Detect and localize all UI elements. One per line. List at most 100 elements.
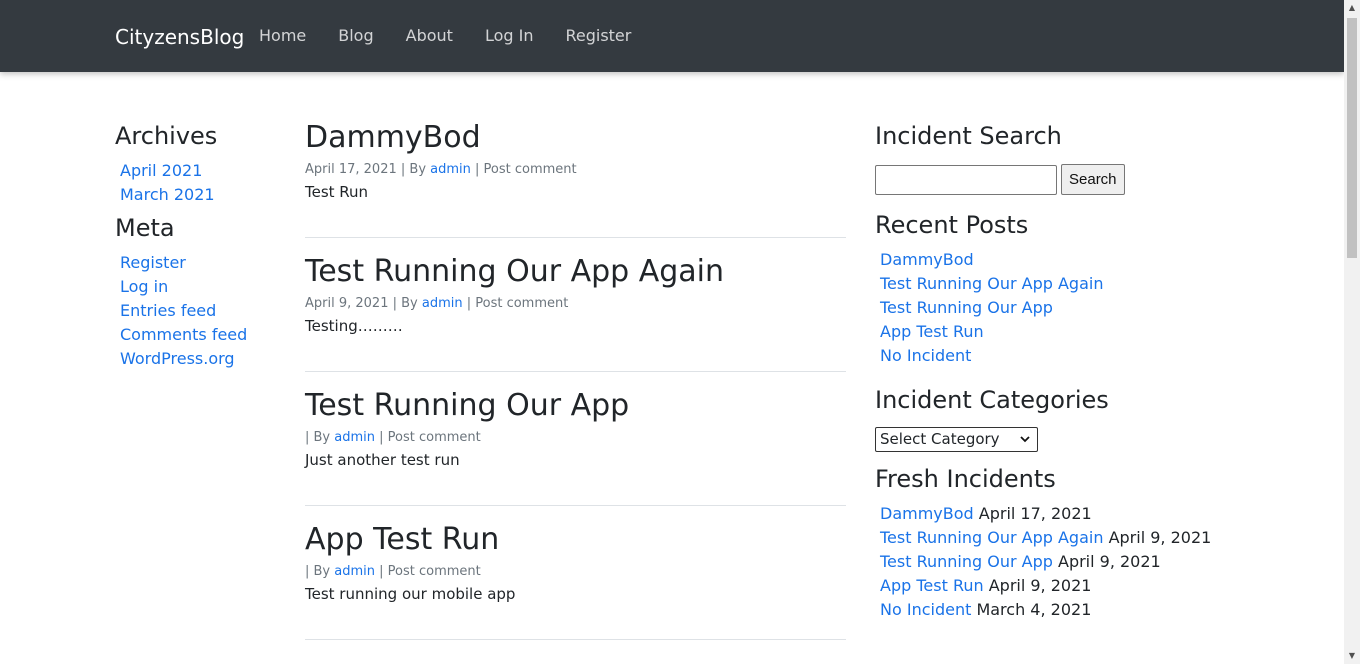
post-title-link[interactable]: Test Running Our App (305, 387, 846, 425)
post-meta: | By admin | Post comment (305, 429, 846, 447)
incident-categories-widget: Incident Categories Select Category (875, 383, 1225, 452)
chevron-down-icon (1020, 436, 1030, 443)
fresh-incidents-title: Fresh Incidents (875, 465, 1056, 493)
archive-link-march-2021[interactable]: March 2021 (120, 185, 215, 204)
nav-home-link[interactable]: Home (259, 24, 306, 48)
recent-post-link[interactable]: No Incident (880, 346, 971, 365)
page: CityzensBlog Home Blog About Log In Regi… (0, 0, 1344, 664)
scroll-up-arrow-icon[interactable]: ▲ (1344, 0, 1360, 16)
incident-search-title: Incident Search (875, 122, 1062, 150)
fresh-incidents-list: DammyBod April 17, 2021 Test Running Our… (880, 502, 1225, 622)
scroll-down-arrow-icon[interactable]: ▼ (1344, 648, 1360, 664)
vertical-scrollbar[interactable]: ▲ ▼ (1344, 0, 1360, 664)
fresh-incident-item: Test Running Our App April 9, 2021 (880, 550, 1225, 574)
post-item: App Test Run | By admin | Post comment T… (305, 521, 846, 655)
fresh-incident-link[interactable]: App Test Run (880, 576, 984, 595)
meta-item: Log in (120, 275, 290, 299)
post-author-link[interactable]: admin (334, 430, 375, 445)
post-date: April 9, 2021 (305, 296, 389, 311)
post-title-link[interactable]: DammyBod (305, 119, 846, 157)
meta-list: Register Log in Entries feed Comments fe… (120, 251, 290, 371)
incident-categories-title: Incident Categories (875, 386, 1109, 414)
recent-post-item: Test Running Our App Again (880, 272, 1225, 296)
recent-post-item: DammyBod (880, 248, 1225, 272)
recent-posts-title: Recent Posts (875, 211, 1029, 239)
nav-register-link[interactable]: Register (565, 24, 631, 48)
post-meta: April 17, 2021 | By admin | Post comment (305, 161, 846, 179)
post-author-link[interactable]: admin (422, 296, 463, 311)
category-select[interactable]: Select Category (875, 427, 1038, 452)
meta-login-link[interactable]: Log in (120, 277, 168, 296)
recent-post-link[interactable]: DammyBod (880, 250, 974, 269)
post-comment-link[interactable]: | Post comment (463, 296, 569, 311)
post-excerpt: Testing……… (305, 317, 403, 335)
nav-blog-link[interactable]: Blog (338, 24, 373, 48)
recent-post-link[interactable]: Test Running Our App Again (880, 274, 1103, 293)
recent-post-link[interactable]: Test Running Our App (880, 298, 1053, 317)
post-divider (305, 639, 846, 640)
right-sidebar: Incident Search Search Recent Posts Damm… (875, 119, 1225, 622)
post-by-label: | By (305, 564, 335, 579)
post-comment-link[interactable]: | Post comment (375, 430, 481, 445)
nav-about-link[interactable]: About (406, 24, 453, 48)
archive-item: April 2021 (120, 159, 290, 183)
meta-item: Register (120, 251, 290, 275)
search-button[interactable]: Search (1061, 164, 1125, 195)
meta-wordpress-link[interactable]: WordPress.org (120, 349, 235, 368)
post-title-link[interactable]: Test Running Our App Again (305, 253, 846, 291)
meta-register-link[interactable]: Register (120, 253, 186, 272)
fresh-incident-link[interactable]: Test Running Our App Again (880, 528, 1103, 547)
meta-entries-feed-link[interactable]: Entries feed (120, 301, 216, 320)
top-navbar: CityzensBlog Home Blog About Log In Regi… (0, 0, 1344, 72)
post-excerpt: Just another test run (305, 451, 460, 469)
post-by-label: | By (305, 430, 335, 445)
post-comment-link[interactable]: | Post comment (471, 162, 577, 177)
nav-login-link[interactable]: Log In (485, 24, 534, 48)
search-form: Search (875, 164, 1225, 195)
fresh-incident-link[interactable]: DammyBod (880, 504, 974, 523)
recent-posts-list: DammyBod Test Running Our App Again Test… (880, 248, 1225, 368)
post-author-link[interactable]: admin (334, 564, 375, 579)
post-divider (305, 371, 846, 372)
meta-item: WordPress.org (120, 347, 290, 371)
archive-item: March 2021 (120, 183, 290, 207)
post-meta: April 9, 2021 | By admin | Post comment (305, 295, 846, 313)
fresh-incident-link[interactable]: Test Running Our App (880, 552, 1053, 571)
post-title-link[interactable]: App Test Run (305, 521, 846, 559)
meta-title: Meta (115, 214, 175, 242)
post-author-link[interactable]: admin (430, 162, 471, 177)
search-input[interactable] (875, 164, 1057, 195)
fresh-incidents-widget: Fresh Incidents DammyBod April 17, 2021 … (875, 462, 1225, 622)
post-item: Test Running Our App | By admin | Post c… (305, 387, 846, 521)
recent-post-item: Test Running Our App (880, 296, 1225, 320)
left-sidebar: Archives April 2021 March 2021 Meta Regi… (115, 119, 290, 371)
post-by-label: | By (388, 296, 422, 311)
post-item: DammyBod April 17, 2021 | By admin | Pos… (305, 119, 846, 253)
recent-post-link[interactable]: App Test Run (880, 322, 984, 341)
meta-item: Comments feed (120, 323, 290, 347)
category-select-value: Select Category (880, 430, 1000, 448)
meta-item: Entries feed (120, 299, 290, 323)
archive-link-april-2021[interactable]: April 2021 (120, 161, 202, 180)
fresh-incident-link[interactable]: No Incident (880, 600, 971, 619)
recent-post-item: No Incident (880, 344, 1225, 368)
brand-logo[interactable]: CityzensBlog (115, 24, 244, 50)
archives-widget: Archives April 2021 March 2021 (115, 119, 290, 207)
scrollbar-thumb[interactable] (1347, 18, 1357, 258)
post-comment-link[interactable]: | Post comment (375, 564, 481, 579)
meta-comments-feed-link[interactable]: Comments feed (120, 325, 247, 344)
fresh-incident-item: No Incident March 4, 2021 (880, 598, 1225, 622)
incident-search-widget: Incident Search Search (875, 119, 1225, 195)
post-list: DammyBod April 17, 2021 | By admin | Pos… (305, 119, 846, 655)
fresh-incident-date: April 9, 2021 (1103, 528, 1212, 547)
post-meta: | By admin | Post comment (305, 563, 846, 581)
post-divider (305, 237, 846, 238)
post-excerpt: Test running our mobile app (305, 585, 516, 603)
post-excerpt: Test Run (305, 183, 369, 201)
archives-title: Archives (115, 122, 218, 150)
post-divider (305, 505, 846, 506)
fresh-incident-date: April 9, 2021 (1052, 552, 1161, 571)
fresh-incident-item: App Test Run April 9, 2021 (880, 574, 1225, 598)
fresh-incident-date: April 17, 2021 (973, 504, 1092, 523)
post-by-label: | By (396, 162, 431, 177)
